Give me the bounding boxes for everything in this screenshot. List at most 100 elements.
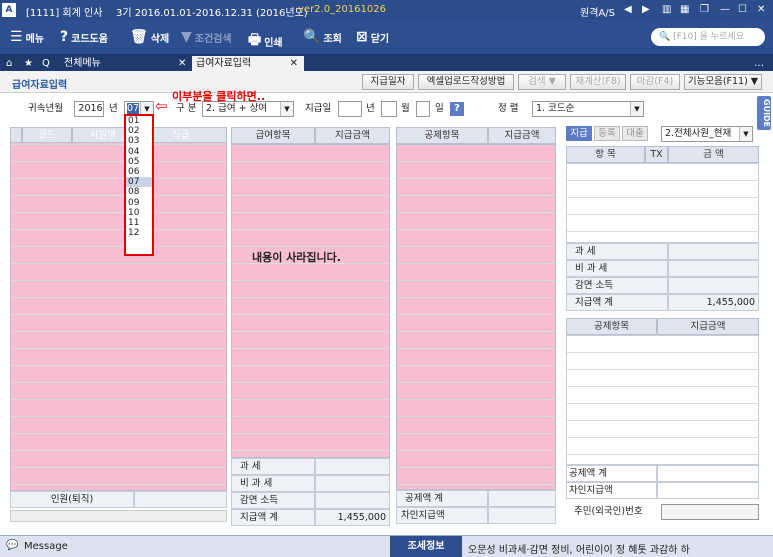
star-icon[interactable]: ★ (24, 56, 33, 71)
delete-button[interactable]: 🗑 삭제 (130, 29, 169, 45)
right-summary-value: 1,455,000 (668, 294, 759, 311)
payday-month-input[interactable] (381, 101, 397, 117)
month-option[interactable]: 06 (126, 167, 152, 177)
functions-button[interactable]: 기능모음(F11) ▼ (684, 74, 762, 90)
month-option[interactable]: 05 (126, 157, 152, 167)
toolbar: ☰ 메뉴 ? 코드도움 🗑 삭제 ▼ 조건검색 🖶 인쇄 🔍 조회 ⊠ 닫기 🔍 [F10] … (0, 20, 773, 54)
forward-icon[interactable]: ▶ (642, 4, 650, 15)
col-pay-amount: 지급금액 (315, 127, 390, 144)
payday-button[interactable]: 지급일자 (362, 74, 414, 90)
title-bar: A [1111] 회계 인사 3기 2016.01.01-2016.12.31 … (0, 0, 773, 20)
period-label: 3기 2016.01.01-2016.12.31 (2016년도) (116, 8, 308, 19)
chevron-down-icon[interactable]: ▼ (280, 102, 293, 116)
code-help-button[interactable]: ? 코드도움 (60, 29, 108, 45)
pay-summary-label: 과 세 (231, 458, 315, 475)
tab-all-menu[interactable]: 전체메뉴 (64, 56, 101, 71)
right-net-pay-value (657, 482, 759, 499)
month-option[interactable]: 04 (126, 147, 152, 157)
lookup-button[interactable]: 🔍 조회 (303, 29, 342, 45)
month-dropdown-list[interactable]: 01 02 03 04 05 06 07 08 09 10 11 12 (124, 114, 154, 256)
search-icon[interactable]: Q (42, 56, 50, 71)
close-period-button[interactable]: 마감(F4) (630, 74, 680, 90)
pay-summary-row: 지급액 계 1,455,000 (231, 509, 390, 526)
year-input[interactable]: 2016 (74, 101, 104, 117)
pay-summary-value (315, 458, 390, 475)
col-deduction-amount: 지급금액 (488, 127, 556, 144)
right-summary-row: 지급액 계 1,455,000 (566, 294, 759, 311)
tab-payroll-input[interactable]: 급여자료입력 ✕ (192, 56, 304, 71)
chevron-down-icon[interactable]: ▼ (630, 102, 643, 116)
close-button[interactable]: ⊠ 닫기 (356, 29, 389, 45)
month-option[interactable]: 03 (126, 136, 152, 146)
hamburger-icon: ☰ (10, 29, 23, 45)
month-option[interactable]: 01 (126, 116, 152, 126)
tab-register[interactable]: 등록 (594, 126, 620, 141)
month-option[interactable]: 10 (126, 208, 152, 218)
sort-select[interactable]: 1. 코드순 ▼ (532, 101, 644, 117)
question-icon: ? (60, 29, 69, 45)
month-option[interactable]: 09 (126, 198, 152, 208)
remote-support-link[interactable]: 원격A/S (580, 4, 615, 19)
grid-icon[interactable]: ▦ (680, 4, 689, 15)
guide-tab[interactable]: GUIDE (757, 96, 771, 130)
search-button[interactable]: 검색 ▼ (518, 74, 566, 90)
right-summary-row: 감면 소득 (566, 277, 759, 294)
horizontal-scrollbar[interactable] (10, 510, 227, 522)
pay-summary-label: 감면 소득 (231, 492, 315, 509)
checkbox-header[interactable] (10, 127, 22, 143)
right-net-pay-label: 차인지급액 (566, 482, 657, 499)
condition-search-button[interactable]: ▼ 조건검색 (181, 29, 232, 45)
home-icon[interactable]: ⌂ (6, 56, 12, 71)
employee-count-label: 인원(퇴직) (10, 491, 134, 508)
window-icon[interactable]: ❐ (700, 4, 709, 15)
col-item: 항 목 (566, 146, 645, 163)
right-summary-label: 과 세 (566, 243, 668, 260)
excel-upload-guide-button[interactable]: 엑셀업로드작성방법 (418, 74, 514, 90)
month-option[interactable]: 11 (126, 218, 152, 228)
payday-day-input[interactable] (416, 101, 430, 117)
col-right-deduction-amount: 지급금액 (657, 318, 759, 335)
close-icon[interactable]: ✕ (757, 4, 765, 15)
month-option[interactable]: 08 (126, 187, 152, 197)
chevron-down-icon[interactable]: ▼ (739, 127, 752, 141)
left-arrow-icon: ⇦ (155, 97, 168, 115)
recalculate-button[interactable]: 재계산(F8) (570, 74, 626, 90)
month-option[interactable]: 12 (126, 228, 152, 238)
menu-search-input[interactable]: 🔍 [F10] 을 누르세요 (651, 28, 765, 46)
payday-year-input[interactable] (338, 101, 362, 117)
resident-number-label: 주민(외국인)번호 (574, 506, 643, 517)
col-amount: 금 액 (668, 146, 759, 163)
back-icon[interactable]: ◀ (624, 4, 632, 15)
tab-loan[interactable]: 대출 (622, 126, 648, 141)
col-pay-item: 급여항목 (231, 127, 315, 144)
right-summary-row: 비 과 세 (566, 260, 759, 277)
message-label[interactable]: Message (24, 541, 68, 552)
tab-close-icon[interactable]: ✕ (290, 56, 298, 71)
payday-label: 지급일 (305, 103, 332, 114)
print-button[interactable]: 🖶 인쇄 (248, 29, 283, 53)
message-icon[interactable]: 💬 (6, 540, 18, 551)
trash-icon: 🗑 (130, 29, 148, 45)
deduction-items-grid[interactable] (396, 144, 556, 490)
help-icon[interactable]: ? (450, 102, 464, 116)
month-option[interactable]: 02 (126, 126, 152, 136)
pay-items-grid[interactable] (231, 144, 390, 458)
pay-summary-row: 감면 소득 (231, 492, 390, 509)
tax-info-text: 오문성 비과세·감면 정비, 어린이이 정 혜톳 과감하 하 (468, 545, 690, 556)
more-tabs-icon[interactable]: … (754, 56, 764, 71)
tab-pay[interactable]: 지급 (566, 126, 592, 141)
right-deduction-grid[interactable] (566, 335, 759, 465)
resident-number-input[interactable] (661, 504, 759, 520)
right-summary-value (668, 260, 759, 277)
maximize-icon[interactable]: ☐ (738, 4, 747, 15)
menu-button[interactable]: ☰ 메뉴 (10, 29, 44, 45)
employee-filter-select[interactable]: 2.전체사원_현재 ▼ (661, 126, 753, 142)
filter-icon: ▼ (181, 29, 192, 45)
month-option[interactable]: 07 (126, 177, 152, 188)
pay-detail-grid[interactable] (566, 163, 759, 243)
split-icon[interactable]: ▥ (662, 4, 671, 15)
employee-grid[interactable] (10, 127, 227, 491)
pay-summary-value (315, 475, 390, 492)
minimize-icon[interactable]: — (720, 4, 730, 15)
tab-close-icon[interactable]: ✕ (178, 56, 186, 71)
